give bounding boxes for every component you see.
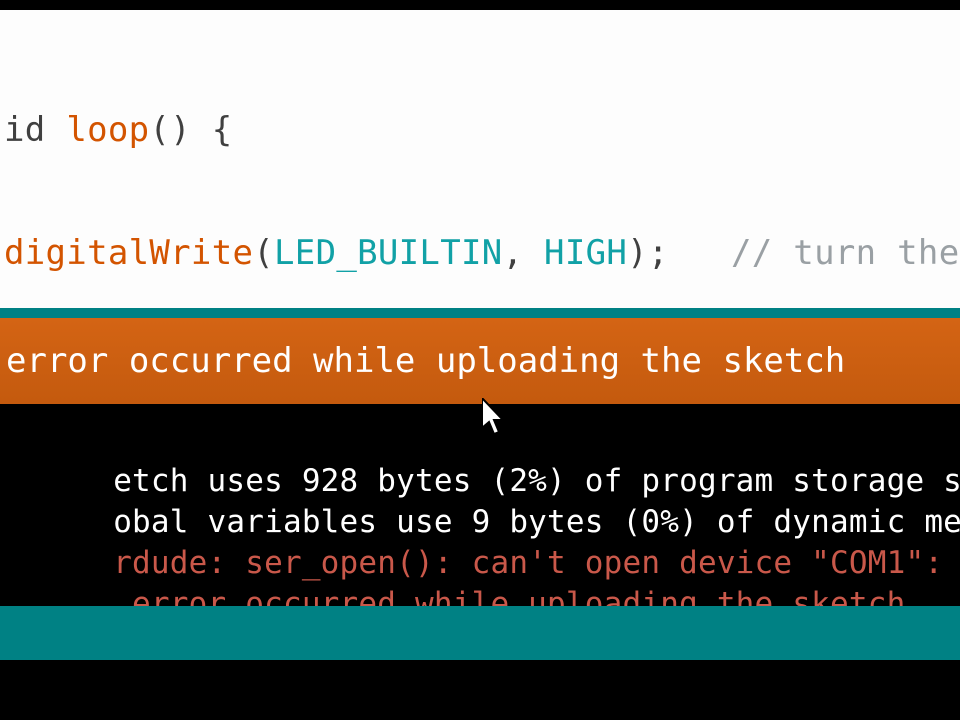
status-bar: error occurred while uploading the sketc… [0,318,960,404]
status-message: error occurred while uploading the sketc… [6,341,845,381]
code-pad [669,233,731,273]
ide-frame: id loop() { digitalWrite(LED_BUILTIN, HI… [0,10,960,660]
window-root: id loop() { digitalWrite(LED_BUILTIN, HI… [0,0,960,720]
code-const: LED_BUILTIN [274,233,502,273]
code-func: loop [66,110,149,150]
code-const: HIGH [544,233,627,273]
console-line: obal variables use 9 bytes (0%) of dynam… [113,504,960,540]
code-text: id [4,110,66,150]
code-text: () { [149,110,232,150]
code-func: digitalWrite [4,233,253,273]
code-text: ( [253,233,274,273]
console-error-line: error occurred while uploading the sketc… [113,586,905,606]
console-error-line: rdude: ser_open(): can't open device "CO… [113,545,960,581]
code-editor[interactable]: id loop() { digitalWrite(LED_BUILTIN, HI… [0,10,960,308]
code-text: , [503,233,545,273]
console-output[interactable]: etch uses 928 bytes (2%) of program stor… [0,404,960,606]
footer-bar [0,606,960,660]
code-comment: // turn the LED [731,233,960,273]
code-line: id loop() { [0,110,960,151]
console-line: etch uses 928 bytes (2%) of program stor… [113,463,960,499]
code-line: digitalWrite(LED_BUILTIN, HIGH); // turn… [0,233,960,274]
code-text: ); [627,233,669,273]
